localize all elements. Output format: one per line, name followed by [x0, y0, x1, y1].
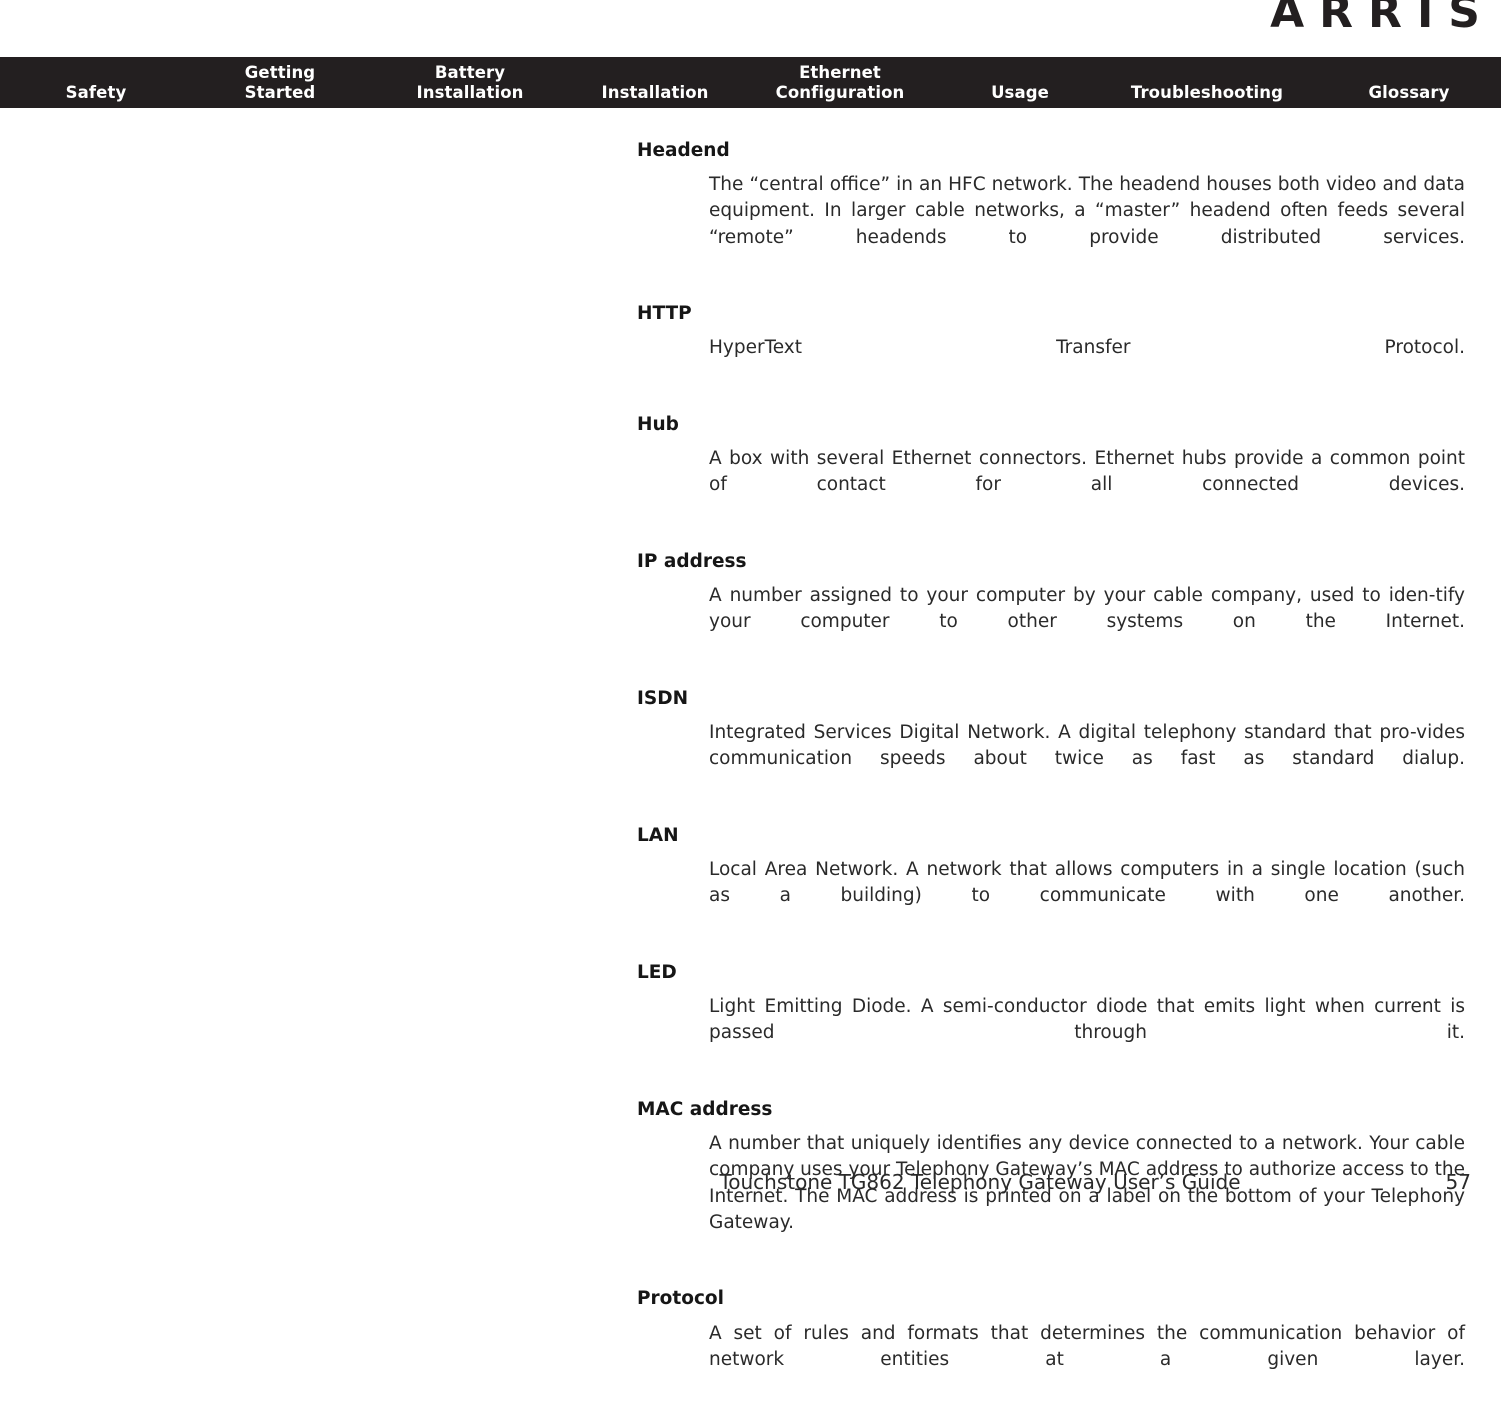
glossary-entry: IP address A number assigned to your comp…	[637, 551, 1465, 688]
page-footer: Touchstone TG862 Telephony Gateway User’…	[0, 1172, 1501, 1202]
glossary-definition: Local Area Network. A network that allow…	[709, 859, 1465, 907]
arris-logo-text: ARRIS	[1270, 0, 1495, 38]
glossary-term: Hub	[637, 413, 679, 435]
glossary-entry: Headend The “central oﬃce” in an HFC netw…	[637, 140, 1465, 303]
glossary-term: LAN	[637, 824, 679, 846]
footer-document-title: Touchstone TG862 Telephony Gateway User’…	[719, 1170, 1241, 1194]
glossary-definition: A number assigned to your computer by yo…	[709, 585, 1465, 633]
glossary-definition: Light Emitting Diode. A semi-conductor d…	[709, 996, 1465, 1044]
glossary-term: LED	[637, 961, 677, 983]
glossary-definition: A box with several Ethernet connectors. …	[709, 448, 1465, 496]
glossary-content: Headend The “central oﬃce” in an HFC netw…	[637, 140, 1465, 1425]
glossary-entry: Hub A box with several Ethernet connector…	[637, 414, 1465, 551]
nav-item-safety[interactable]: Safety	[0, 83, 196, 102]
nav-item-label: Glossary	[1368, 82, 1450, 102]
nav-item-label: Troubleshooting	[1130, 82, 1284, 102]
nav-item-label: Ethernet	[799, 63, 881, 83]
glossary-definition: A set of rules and formats that determin…	[709, 1322, 1465, 1370]
glossary-definition: The “central oﬃce” in an HFC network. Th…	[709, 174, 1465, 248]
glossary-term: HTTP	[637, 303, 692, 325]
chapter-navigation-bar: Safety Getting Started Battery Installation I…	[0, 57, 1501, 108]
nav-item-label: Configuration	[775, 82, 905, 102]
glossary-entry: LAN Local Area Network. A network that al…	[637, 825, 1465, 962]
glossary-entry: ISDN Integrated Services Digital Network.…	[637, 688, 1465, 825]
nav-item-troubleshooting[interactable]: Troubleshooting	[1077, 83, 1337, 102]
glossary-entry: HTTP HyperText Transfer Protocol.	[637, 303, 1465, 414]
footer-page-number: 57	[1445, 1170, 1471, 1194]
nav-item-ethernet-configuration[interactable]: Ethernet Configuration	[715, 63, 965, 102]
nav-item-glossary[interactable]: Glossary	[1309, 83, 1501, 102]
glossary-definition: HyperText Transfer Protocol.	[709, 337, 1465, 359]
nav-item-label: Battery	[434, 63, 506, 83]
glossary-term: Headend	[637, 140, 730, 161]
glossary-term: IP address	[637, 550, 747, 572]
glossary-entry: LED Light Emitting Diode. A semi-conducto…	[637, 962, 1465, 1099]
nav-item-label: Safety	[65, 82, 127, 102]
glossary-term: MAC address	[637, 1098, 773, 1120]
glossary-definition: Integrated Services Digital Network. A d…	[709, 722, 1465, 770]
arris-logo: ARRIS	[1195, 0, 1495, 50]
glossary-entry: Protocol A set of rules and formats that …	[637, 1288, 1465, 1425]
glossary-term: Protocol	[637, 1288, 724, 1310]
glossary-term: ISDN	[637, 687, 689, 709]
